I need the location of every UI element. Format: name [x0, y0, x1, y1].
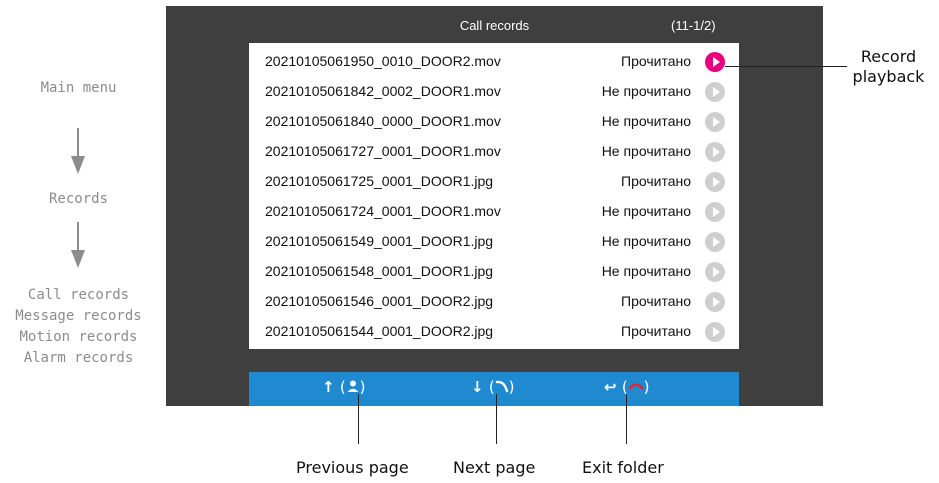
list-item[interactable]: 20210105061840_0000_DOOR1.mov Не прочита… [249, 107, 739, 137]
previous-page-button[interactable]: ↑ () [322, 378, 366, 396]
record-filename: 20210105061840_0000_DOOR1.mov [265, 113, 501, 129]
record-filename: 20210105061546_0001_DOOR2.jpg [265, 293, 494, 309]
record-status: Прочитано [621, 293, 691, 309]
list-item[interactable]: 20210105061725_0001_DOOR1.jpg Прочитано [249, 167, 739, 197]
record-playback-leader-line [725, 66, 847, 67]
flow-item-message-records: Message records [15, 308, 142, 324]
arrow-up-icon: ↑ [322, 378, 335, 396]
record-filename: 20210105061727_0001_DOOR1.mov [265, 143, 501, 159]
list-item[interactable]: 20210105061544_0001_DOOR2.jpg Прочитано [249, 317, 739, 347]
flow-item-motion-records: Motion records [19, 329, 138, 345]
list-item[interactable]: 20210105061842_0002_DOOR1.mov Не прочита… [249, 77, 739, 107]
record-status: Прочитано [621, 323, 691, 339]
flow-main-menu-label: Main menu [40, 80, 117, 96]
list-item[interactable]: 20210105061727_0001_DOOR1.mov Не прочита… [249, 137, 739, 167]
record-status: Не прочитано [601, 203, 691, 219]
record-status: Прочитано [621, 53, 691, 69]
record-status: Не прочитано [601, 233, 691, 249]
call-answer-icon [495, 380, 508, 393]
flow-item-alarm-records: Alarm records [23, 350, 134, 366]
play-icon[interactable] [705, 172, 725, 192]
list-item[interactable]: 20210105061950_0010_DOOR2.mov Прочитано [249, 47, 739, 77]
play-icon[interactable] [705, 112, 725, 132]
flow-item-call-records: Call records [27, 287, 130, 303]
exit-folder-leader-line [626, 394, 627, 444]
play-icon[interactable] [705, 142, 725, 162]
play-icon[interactable] [705, 232, 725, 252]
screen-title: Call records [459, 18, 530, 33]
record-status: Не прочитано [601, 263, 691, 279]
records-list: 20210105061950_0010_DOOR2.mov Прочитано … [249, 43, 739, 349]
list-item[interactable]: 20210105061548_0001_DOOR1.jpg Не прочита… [249, 257, 739, 287]
record-status: Не прочитано [601, 83, 691, 99]
next-page-callout: Next page [453, 458, 536, 477]
previous-page-leader-line [358, 394, 359, 444]
play-icon[interactable] [705, 292, 725, 312]
next-page-leader-line [496, 394, 497, 444]
record-filename: 20210105061549_0001_DOOR1.jpg [265, 233, 494, 249]
page-indicator: (11-1/2) [671, 18, 716, 33]
previous-page-callout: Previous page [296, 458, 409, 477]
record-filename: 20210105061842_0002_DOOR1.mov [265, 83, 501, 99]
hang-up-icon [628, 383, 643, 390]
list-item[interactable]: 20210105061546_0001_DOOR2.jpg Прочитано [249, 287, 739, 317]
flow-records-label: Records [48, 191, 108, 207]
record-filename: 20210105061548_0001_DOOR1.jpg [265, 263, 494, 279]
list-item[interactable]: 20210105061724_0001_DOOR1.mov Не прочита… [249, 197, 739, 227]
play-icon[interactable] [705, 262, 725, 282]
record-filename: 20210105061724_0001_DOOR1.mov [265, 203, 501, 219]
arrow-down-icon: ↓ [471, 378, 484, 396]
record-playback-callout: Record playback [852, 47, 925, 86]
record-status: Прочитано [621, 173, 691, 189]
play-icon[interactable] [705, 52, 725, 72]
next-page-button[interactable]: ↓ () [471, 378, 515, 396]
record-filename: 20210105061544_0001_DOOR2.jpg [265, 323, 494, 339]
return-arrow-icon: ↩ [604, 378, 617, 396]
record-filename: 20210105061725_0001_DOOR1.jpg [265, 173, 494, 189]
record-status: Не прочитано [601, 143, 691, 159]
record-filename: 20210105061950_0010_DOOR2.mov [265, 53, 501, 69]
exit-folder-callout: Exit folder [582, 458, 664, 477]
record-status: Не прочитано [601, 113, 691, 129]
play-icon[interactable] [705, 202, 725, 222]
list-item[interactable]: 20210105061549_0001_DOOR1.jpg Не прочита… [249, 227, 739, 257]
play-icon[interactable] [705, 82, 725, 102]
play-icon[interactable] [705, 322, 725, 342]
flow-record-types: Call records Message records Motion reco… [0, 285, 157, 369]
person-icon [347, 380, 359, 392]
bottom-control-bar: ↑ () ↓ () ↩ () [249, 372, 739, 406]
